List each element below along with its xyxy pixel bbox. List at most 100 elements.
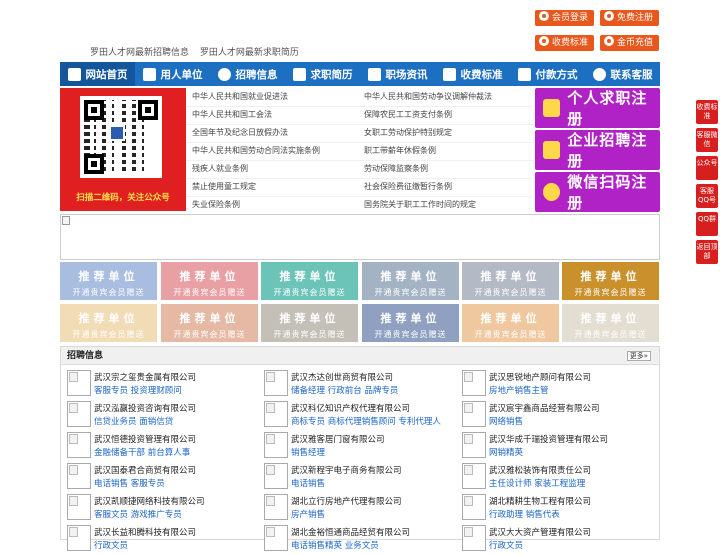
company-logo[interactable] xyxy=(264,401,288,427)
company-register-button[interactable]: 企业招聘注册 xyxy=(535,130,660,170)
pricing-button[interactable]: 收费标准 xyxy=(535,35,595,51)
latest-resumes-link[interactable]: 罗田人才网最新求职简历 xyxy=(200,48,299,58)
company-logo[interactable] xyxy=(264,370,288,396)
company-logo[interactable] xyxy=(67,525,91,551)
law-link[interactable]: 保障农民工工资支付条例 xyxy=(364,109,452,120)
law-link[interactable]: 中华人民共和国工会法 xyxy=(192,109,272,120)
law-link[interactable]: 女职工劳动保护特别规定 xyxy=(364,127,452,138)
side-float-item[interactable]: 返回顶部 xyxy=(696,240,718,264)
company-logo[interactable] xyxy=(462,525,486,551)
side-float-item[interactable]: 客服QQ号 xyxy=(696,184,718,208)
job-positions[interactable]: 电话销售精英 业务文员 xyxy=(291,539,379,551)
company-logo[interactable] xyxy=(462,370,486,396)
company-name[interactable]: 武汉华成千瑞投资管理有限公司 xyxy=(489,433,608,445)
law-link[interactable]: 中华人民共和国劳动合同法实施条例 xyxy=(192,145,320,156)
company-name[interactable]: 武汉长益和腾科技有限公司 xyxy=(94,526,196,538)
company-name[interactable]: 武汉杰达创世商贸有限公司 xyxy=(291,371,393,383)
job-positions[interactable]: 电话销售 xyxy=(291,477,325,489)
job-positions[interactable]: 销售经理 xyxy=(291,446,325,458)
company-logo[interactable] xyxy=(462,494,486,520)
nav-item-employers[interactable]: 用人单位 xyxy=(135,62,210,86)
company-name[interactable]: 武汉恒德投资管理有限公司 xyxy=(94,433,196,445)
recommend-slot[interactable]: 推荐单位 开通贵宾会员赠送 xyxy=(161,304,258,342)
company-name[interactable]: 湖北立行房地产代理有限公司 xyxy=(291,495,402,507)
company-logo[interactable] xyxy=(264,463,288,489)
free-register-button[interactable]: 免费注册 xyxy=(600,10,660,26)
side-float-item[interactable]: 收费标准 xyxy=(696,100,718,124)
company-logo[interactable] xyxy=(67,494,91,520)
job-positions[interactable]: 房产销售 xyxy=(291,508,325,520)
company-logo[interactable] xyxy=(67,463,91,489)
job-positions[interactable]: 主任设计师 家装工程监理 xyxy=(489,477,585,489)
recommend-slot[interactable]: 推荐单位 开通贵宾会员赠送 xyxy=(562,304,659,342)
member-login-button[interactable]: 会员登录 xyxy=(535,10,595,26)
company-name[interactable]: 武汉国泰君合商贸有限公司 xyxy=(94,464,196,476)
law-link[interactable]: 禁止使用童工规定 xyxy=(192,181,256,192)
job-positions[interactable]: 房地产销售主管 xyxy=(489,384,549,396)
latest-jobs-link[interactable]: 罗田人才网最新招聘信息 xyxy=(90,48,189,58)
company-name[interactable]: 武汉科亿知识产权代理有限公司 xyxy=(291,402,410,414)
job-positions[interactable]: 客服文员 游戏推广专员 xyxy=(94,508,182,520)
job-positions[interactable]: 金融储备干部 前台算人事 xyxy=(94,446,190,458)
company-logo[interactable] xyxy=(67,432,91,458)
law-link[interactable]: 中华人民共和国劳动争议调解仲裁法 xyxy=(364,91,492,102)
recommend-slot[interactable]: 推荐单位 开通贵宾会员赠送 xyxy=(362,262,459,300)
recommend-slot[interactable]: 推荐单位 开通贵宾会员赠送 xyxy=(60,304,157,342)
more-link[interactable]: 更多» xyxy=(626,351,651,361)
law-link[interactable]: 职工带薪年休假条例 xyxy=(364,145,436,156)
personal-register-button[interactable]: 个人求职注册 xyxy=(535,88,660,128)
side-float-item[interactable]: 客服微信 xyxy=(696,128,718,152)
job-positions[interactable]: 网销精英 xyxy=(489,446,523,458)
side-float-item[interactable]: 公众号 xyxy=(696,156,718,180)
job-positions[interactable]: 储备经理 行政前台 品牌专员 xyxy=(291,384,398,396)
job-positions[interactable]: 行政文员 xyxy=(94,539,128,551)
law-link[interactable]: 中华人民共和国就业促进法 xyxy=(192,91,288,102)
job-positions[interactable]: 信贷业务员 面销信贷 xyxy=(94,415,173,427)
recommend-slot[interactable]: 推荐单位 开通贵宾会员赠送 xyxy=(562,262,659,300)
nav-item-home[interactable]: 网站首页 xyxy=(60,62,135,86)
recommend-slot[interactable]: 推荐单位 开通贵宾会员赠送 xyxy=(60,262,157,300)
company-name[interactable]: 武汉宸宇鑫商品经营有限公司 xyxy=(489,402,600,414)
company-name[interactable]: 武汉雅客居门窗有限公司 xyxy=(291,433,385,445)
company-logo[interactable] xyxy=(67,401,91,427)
job-positions[interactable]: 行政文员 xyxy=(489,539,523,551)
company-logo[interactable] xyxy=(462,401,486,427)
company-name[interactable]: 湖北金裕恒通商品经贸有限公司 xyxy=(291,526,410,538)
company-name[interactable]: 武汉大大资产管理有限公司 xyxy=(489,526,591,538)
company-logo[interactable] xyxy=(462,463,486,489)
side-float-item[interactable]: QQ群 xyxy=(696,212,718,236)
company-name[interactable]: 武汉新程宇电子商务有限公司 xyxy=(291,464,402,476)
law-link[interactable]: 国务院关于职工工作时间的规定 xyxy=(364,199,476,210)
company-logo[interactable] xyxy=(462,432,486,458)
law-link[interactable]: 劳动保障监察条例 xyxy=(364,163,428,174)
law-link[interactable]: 失业保险条例 xyxy=(192,199,240,210)
job-positions[interactable]: 行政助理 销售代表 xyxy=(489,508,560,520)
nav-item-news[interactable]: 职场资讯 xyxy=(360,62,435,86)
banner-ad[interactable] xyxy=(60,214,660,260)
company-logo[interactable] xyxy=(67,370,91,396)
recommend-slot[interactable]: 推荐单位 开通贵宾会员赠送 xyxy=(462,304,559,342)
recommend-slot[interactable]: 推荐单位 开通贵宾会员赠送 xyxy=(362,304,459,342)
nav-item-payment[interactable]: 付款方式 xyxy=(510,62,585,86)
company-name[interactable]: 武汉凯顺捷网络科技有限公司 xyxy=(94,495,205,507)
law-link[interactable]: 社会保险费征缴暂行条例 xyxy=(364,181,452,192)
wechat-register-button[interactable]: 微信扫码注册 xyxy=(535,172,660,212)
company-name[interactable]: 武汉宗之玺贵金属有限公司 xyxy=(94,371,196,383)
company-logo[interactable] xyxy=(264,432,288,458)
company-name[interactable]: 武汉思锐地产顾问有限公司 xyxy=(489,371,591,383)
recommend-slot[interactable]: 推荐单位 开通贵宾会员赠送 xyxy=(161,262,258,300)
job-positions[interactable]: 客服专员 投资理财顾问 xyxy=(94,384,182,396)
law-link[interactable]: 残疾人就业条例 xyxy=(192,163,248,174)
recommend-slot[interactable]: 推荐单位 开通贵宾会员赠送 xyxy=(462,262,559,300)
company-name[interactable]: 武汉泓赢投资咨询有限公司 xyxy=(94,402,196,414)
nav-item-jobs[interactable]: 招聘信息 xyxy=(210,62,285,86)
company-logo[interactable] xyxy=(264,494,288,520)
recommend-slot[interactable]: 推荐单位 开通贵宾会员赠送 xyxy=(261,304,358,342)
nav-item-contact[interactable]: 联系客服 xyxy=(585,62,660,86)
job-positions[interactable]: 网络销售 xyxy=(489,415,523,427)
company-logo[interactable] xyxy=(264,525,288,551)
nav-item-resumes[interactable]: 求职简历 xyxy=(285,62,360,86)
coin-recharge-button[interactable]: 金币充值 xyxy=(600,35,660,51)
company-name[interactable]: 湖北精耕生物工程有限公司 xyxy=(489,495,591,507)
job-positions[interactable]: 电话销售 客服专员 xyxy=(94,477,165,489)
